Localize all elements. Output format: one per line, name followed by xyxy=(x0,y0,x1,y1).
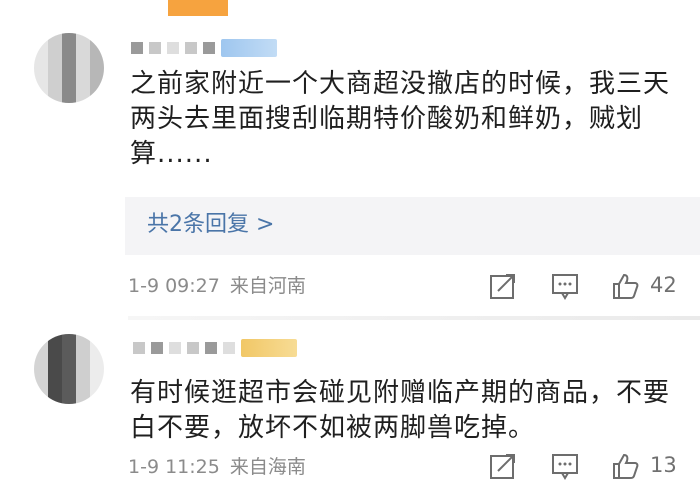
like-count: 42 xyxy=(650,273,677,297)
comment-actions: 13 xyxy=(470,451,700,481)
mosaic-block xyxy=(167,42,179,54)
comment-icon[interactable] xyxy=(550,451,580,481)
comment-time: 1-9 11:25 xyxy=(128,456,220,478)
comment-item: 之前家附近一个大商超没撤店的时候，我三天两头去里面搜刮临期特价酸奶和鲜奶，贼划算… xyxy=(0,0,700,320)
comment-actions: 42 xyxy=(470,271,700,301)
user-badge xyxy=(241,339,297,357)
user-badge xyxy=(221,39,277,57)
comment-location: 来自海南 xyxy=(229,456,306,478)
comment-time: 1-9 09:27 xyxy=(128,275,220,297)
like-count: 13 xyxy=(650,453,677,477)
replies-panel[interactable]: 共2条回复 > xyxy=(125,197,700,255)
mosaic-block xyxy=(205,342,217,354)
comment-text: 之前家附近一个大商超没撤店的时候，我三天两头去里面搜刮临期特价酸奶和鲜奶，贼划算… xyxy=(130,69,671,169)
mosaic-block xyxy=(151,342,163,354)
comment-item: 有时候逛超市会碰见附赠临产期的商品，不要白不要，放坏不如被两脚兽吃掉。 1-9 … xyxy=(0,318,700,499)
comment-icon[interactable] xyxy=(550,271,580,301)
mosaic-block xyxy=(185,42,197,54)
comment-text: 有时候逛超市会碰见附赠临产期的商品，不要白不要，放坏不如被两脚兽吃掉。 xyxy=(130,378,671,443)
mosaic-block xyxy=(223,342,235,354)
forward-icon[interactable] xyxy=(488,271,518,301)
comment-meta: 1-9 11:25 来自海南 xyxy=(128,455,316,479)
mosaic-block xyxy=(169,342,181,354)
username-redacted[interactable] xyxy=(131,38,277,58)
like-icon[interactable] xyxy=(610,271,640,301)
mosaic-block xyxy=(149,42,161,54)
mosaic-block xyxy=(133,342,145,354)
forward-icon[interactable] xyxy=(488,451,518,481)
mosaic-block xyxy=(131,42,143,54)
comment-location: 来自河南 xyxy=(229,275,306,297)
avatar[interactable] xyxy=(34,334,104,404)
mosaic-block xyxy=(203,42,215,54)
username-redacted[interactable] xyxy=(133,338,297,358)
comment-meta: 1-9 09:27 来自河南 xyxy=(128,274,316,298)
view-replies-link[interactable]: 共2条回复 > xyxy=(147,211,274,239)
like-icon[interactable] xyxy=(610,451,640,481)
mosaic-block xyxy=(187,342,199,354)
avatar[interactable] xyxy=(34,33,104,103)
